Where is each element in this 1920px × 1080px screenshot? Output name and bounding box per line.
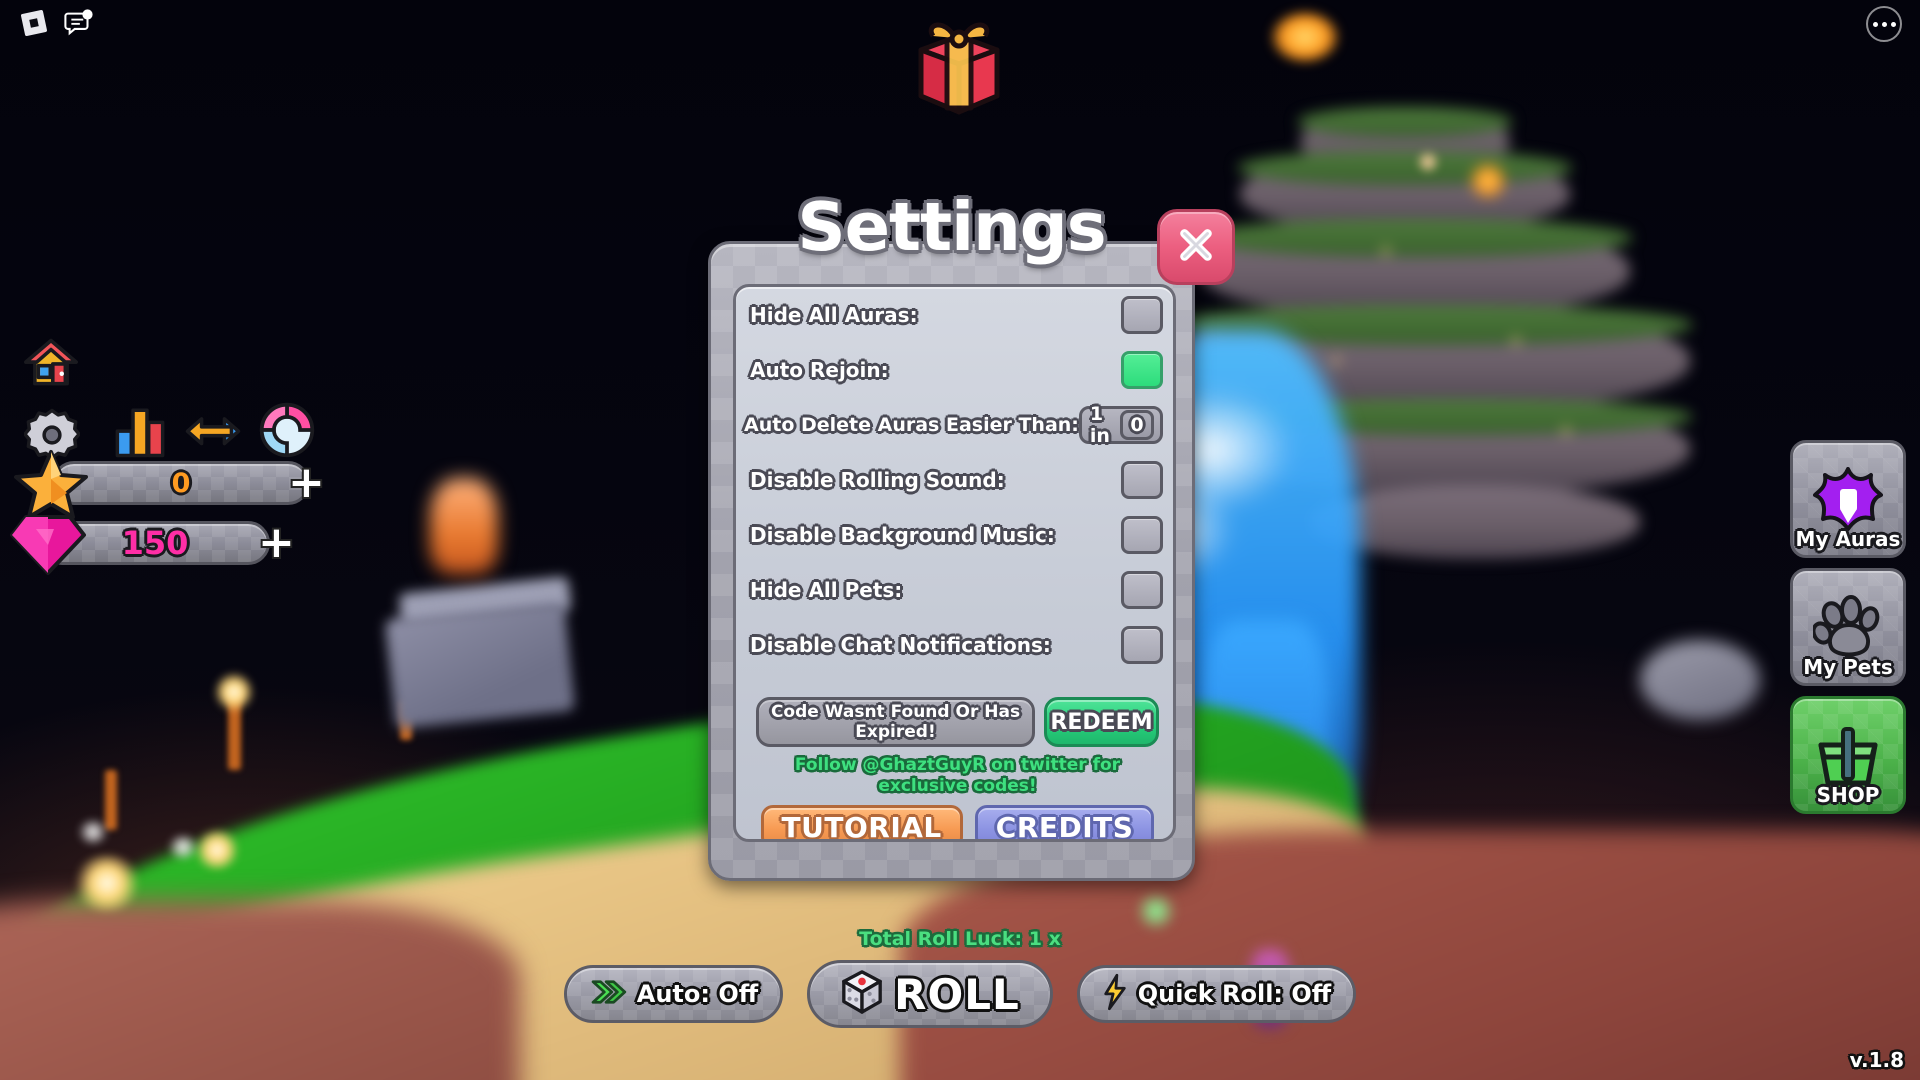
checkbox-auto-rejoin[interactable]: [1121, 350, 1163, 389]
star-currency-value: 0: [171, 467, 191, 499]
gem-add-button[interactable]: +: [258, 521, 295, 565]
roll-button-label: ROLL: [894, 969, 1020, 1019]
rock: [1640, 640, 1760, 720]
version-label: v.1.8: [1849, 1048, 1904, 1072]
chat-icon[interactable]: [62, 6, 96, 40]
auto-delete-threshold-field[interactable]: 1 in 0: [1078, 402, 1163, 447]
lightning-bolt-icon: [1102, 973, 1128, 1015]
roll-button[interactable]: ROLL: [807, 960, 1053, 1028]
sidebar-label-my-pets: My Pets: [1803, 655, 1893, 679]
light-orb: [1270, 10, 1340, 64]
tutorial-button-label: TUTORIAL: [781, 810, 942, 842]
settings-panel: Hide All Auras: Auto Rejoin: Auto Delete…: [708, 241, 1195, 881]
paw-icon: [1811, 595, 1883, 661]
setting-row-hide-all-auras[interactable]: Hide All Auras:: [736, 287, 1173, 342]
setting-row-disable-rolling-sound[interactable]: Disable Rolling Sound:: [736, 452, 1173, 507]
player-character: [430, 478, 498, 574]
credits-button[interactable]: CREDITS: [974, 805, 1155, 842]
threshold-input[interactable]: 0: [1120, 409, 1154, 440]
star-currency-bar[interactable]: 0: [52, 461, 310, 505]
checkbox-hide-all-auras[interactable]: [1121, 295, 1163, 334]
setting-row-auto-delete-auras[interactable]: Auto Delete Auras Easier Than: 1 in 0: [736, 397, 1173, 452]
gem-icon: [10, 511, 86, 581]
setting-label: Disable Chat Notifications:: [750, 632, 1051, 657]
setting-row-auto-rejoin[interactable]: Auto Rejoin:: [736, 342, 1173, 397]
setting-label: Hide All Pets:: [750, 577, 903, 602]
roll-bar: Auto: Off ROLL Quick Roll: Off: [0, 960, 1920, 1028]
more-options-icon[interactable]: [1866, 6, 1902, 42]
auto-roll-label: Auto: Off: [636, 980, 759, 1008]
twitter-codes-note: Follow @GhaztGuyR on twitter for exclusi…: [794, 755, 1121, 796]
dice-icon: [840, 969, 884, 1019]
home-icon[interactable]: [22, 337, 80, 393]
quick-roll-label: Quick Roll: Off: [1137, 980, 1332, 1008]
setting-label: Disable Rolling Sound:: [750, 467, 1005, 492]
gem-currency-value: 150: [121, 524, 189, 562]
threshold-prefix-label: 1 in: [1089, 402, 1110, 447]
close-x-icon: [1173, 222, 1219, 272]
settings-footer-buttons: TUTORIAL CREDITS: [756, 805, 1159, 842]
setting-row-disable-background-music[interactable]: Disable Background Music:: [736, 507, 1173, 562]
gift-box-icon[interactable]: [903, 14, 1015, 124]
setting-label: Auto Rejoin:: [750, 357, 889, 382]
double-chevron-icon: [589, 978, 627, 1010]
tutorial-button[interactable]: TUTORIAL: [760, 805, 963, 842]
checkbox-disable-chat-notifications[interactable]: [1121, 625, 1163, 664]
roblox-logo-icon[interactable]: [18, 7, 50, 39]
setting-row-hide-all-pets[interactable]: Hide All Pets:: [736, 562, 1173, 617]
rebirth-icon[interactable]: [258, 401, 316, 463]
sidebar-label-my-auras: My Auras: [1795, 527, 1901, 551]
sidebar-item-shop[interactable]: SHOP: [1790, 696, 1906, 814]
right-side-buttons: My Auras My Pets SHOP: [1790, 440, 1906, 824]
total-roll-luck-label: Total Roll Luck: 1 x: [859, 928, 1061, 950]
light-orb-small: [1415, 150, 1441, 174]
settings-list: Hide All Auras: Auto Rejoin: Auto Delete…: [733, 284, 1176, 842]
redeem-row: Code Wasnt Found Or Has Expired! REDEEM: [756, 697, 1159, 747]
checkbox-hide-all-pets[interactable]: [1121, 570, 1163, 609]
code-status-text: Code Wasnt Found Or Has Expired!: [770, 702, 1021, 742]
page-title: Settings: [797, 188, 1106, 266]
setting-label: Disable Background Music:: [750, 522, 1055, 547]
credits-button-label: CREDITS: [995, 810, 1134, 842]
sidebar-item-my-auras[interactable]: My Auras: [1790, 440, 1906, 558]
stats-chart-icon[interactable]: [112, 405, 168, 463]
checkbox-disable-background-music[interactable]: [1121, 515, 1163, 554]
shop-basket-icon: [1813, 723, 1883, 789]
green-orb: [1135, 890, 1177, 932]
redeem-button[interactable]: REDEEM: [1044, 697, 1159, 747]
aura-icon: [1813, 467, 1883, 533]
checkbox-disable-rolling-sound[interactable]: [1121, 460, 1163, 499]
setting-label: Auto Delete Auras Easier Than:: [744, 413, 1079, 436]
sidebar-item-my-pets[interactable]: My Pets: [1790, 568, 1906, 686]
quick-roll-button[interactable]: Quick Roll: Off: [1076, 965, 1357, 1023]
setting-label: Hide All Auras:: [750, 302, 918, 327]
sidebar-label-shop: SHOP: [1816, 783, 1880, 807]
trade-arrows-icon[interactable]: [184, 409, 242, 461]
code-input[interactable]: Code Wasnt Found Or Has Expired!: [756, 697, 1035, 747]
setting-row-disable-chat-notifications[interactable]: Disable Chat Notifications:: [736, 617, 1173, 672]
star-add-button[interactable]: +: [288, 461, 325, 505]
redeem-button-label: REDEEM: [1050, 709, 1153, 735]
auto-roll-button[interactable]: Auto: Off: [563, 965, 784, 1023]
close-button[interactable]: [1157, 209, 1235, 285]
